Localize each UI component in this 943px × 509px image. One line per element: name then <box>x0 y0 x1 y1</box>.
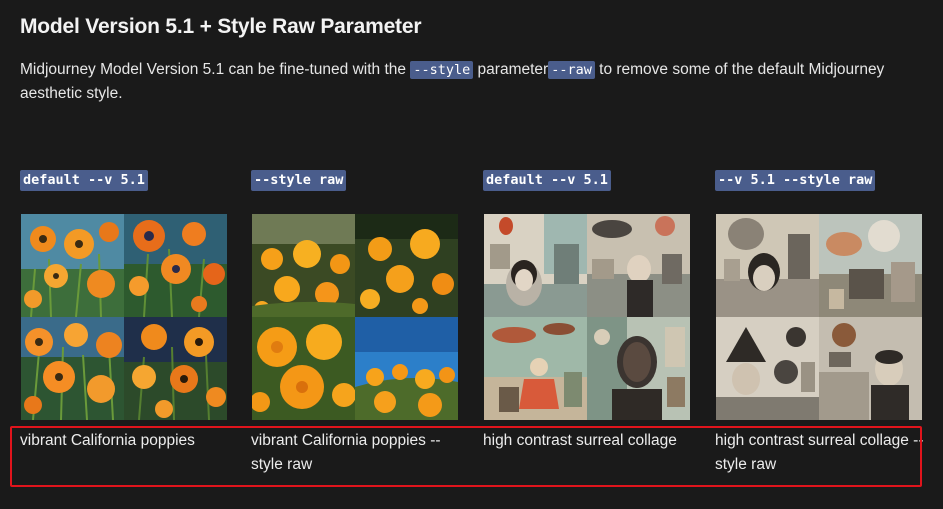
image-grid-surreal-collage[interactable] <box>484 214 690 420</box>
image-painted-poppies-3[interactable] <box>21 317 124 420</box>
image-painted-poppies-4[interactable] <box>124 317 227 420</box>
image-painted-poppies-2[interactable] <box>124 214 227 317</box>
image-surreal-collage-1[interactable] <box>484 214 587 317</box>
caption: vibrant California poppies --style raw <box>251 432 441 473</box>
column-label: --style raw <box>251 170 347 191</box>
image-bw-collage-4[interactable] <box>819 317 922 420</box>
intro-paragraph: Midjourney Model Version 5.1 can be fine… <box>20 58 920 106</box>
image-bw-collage-3[interactable] <box>716 317 819 420</box>
image-surreal-collage-2[interactable] <box>587 214 690 317</box>
image-photo-poppies-1[interactable] <box>252 214 355 317</box>
column-label: --v 5.1 --style raw <box>715 170 876 191</box>
section-title: Model Version 5.1 + Style Raw Parameter <box>20 15 422 38</box>
column-label: default --v 5.1 <box>20 170 148 191</box>
image-photo-poppies-2[interactable] <box>355 214 458 317</box>
image-photo-poppies-3[interactable] <box>252 317 355 420</box>
example-column-default-collage: default --v 5.1 high contrast surreal co… <box>483 170 693 449</box>
example-column-raw-collage: --v 5.1 --style raw high contrast surrea… <box>715 170 925 473</box>
image-grid-bw-collage[interactable] <box>716 214 922 420</box>
example-column-raw-poppies: --style raw vibrant California poppies -… <box>251 170 461 473</box>
image-surreal-collage-4[interactable] <box>587 317 690 420</box>
image-bw-collage-1[interactable] <box>716 214 819 317</box>
caption: high contrast surreal collage <box>483 432 677 449</box>
image-grid-photo-poppies[interactable] <box>252 214 458 420</box>
intro-text-2: parameter <box>473 61 549 78</box>
image-painted-poppies-1[interactable] <box>21 214 124 317</box>
intro-text-1: Midjourney Model Version 5.1 can be fine… <box>20 61 411 78</box>
caption: high contrast surreal collage --style ra… <box>715 432 924 473</box>
raw-param-code: --raw <box>548 61 595 79</box>
image-bw-collage-2[interactable] <box>819 214 922 317</box>
image-surreal-collage-3[interactable] <box>484 317 587 420</box>
example-column-default-poppies: default --v 5.1 vibrant California poppi… <box>20 170 230 449</box>
page: Model Version 5.1 + Style Raw Parameter … <box>0 0 943 509</box>
style-param-code: --style <box>410 61 474 79</box>
image-grid-painted-poppies[interactable] <box>21 214 227 420</box>
image-photo-poppies-4[interactable] <box>355 317 458 420</box>
caption: vibrant California poppies <box>20 432 195 449</box>
column-label: default --v 5.1 <box>483 170 611 191</box>
